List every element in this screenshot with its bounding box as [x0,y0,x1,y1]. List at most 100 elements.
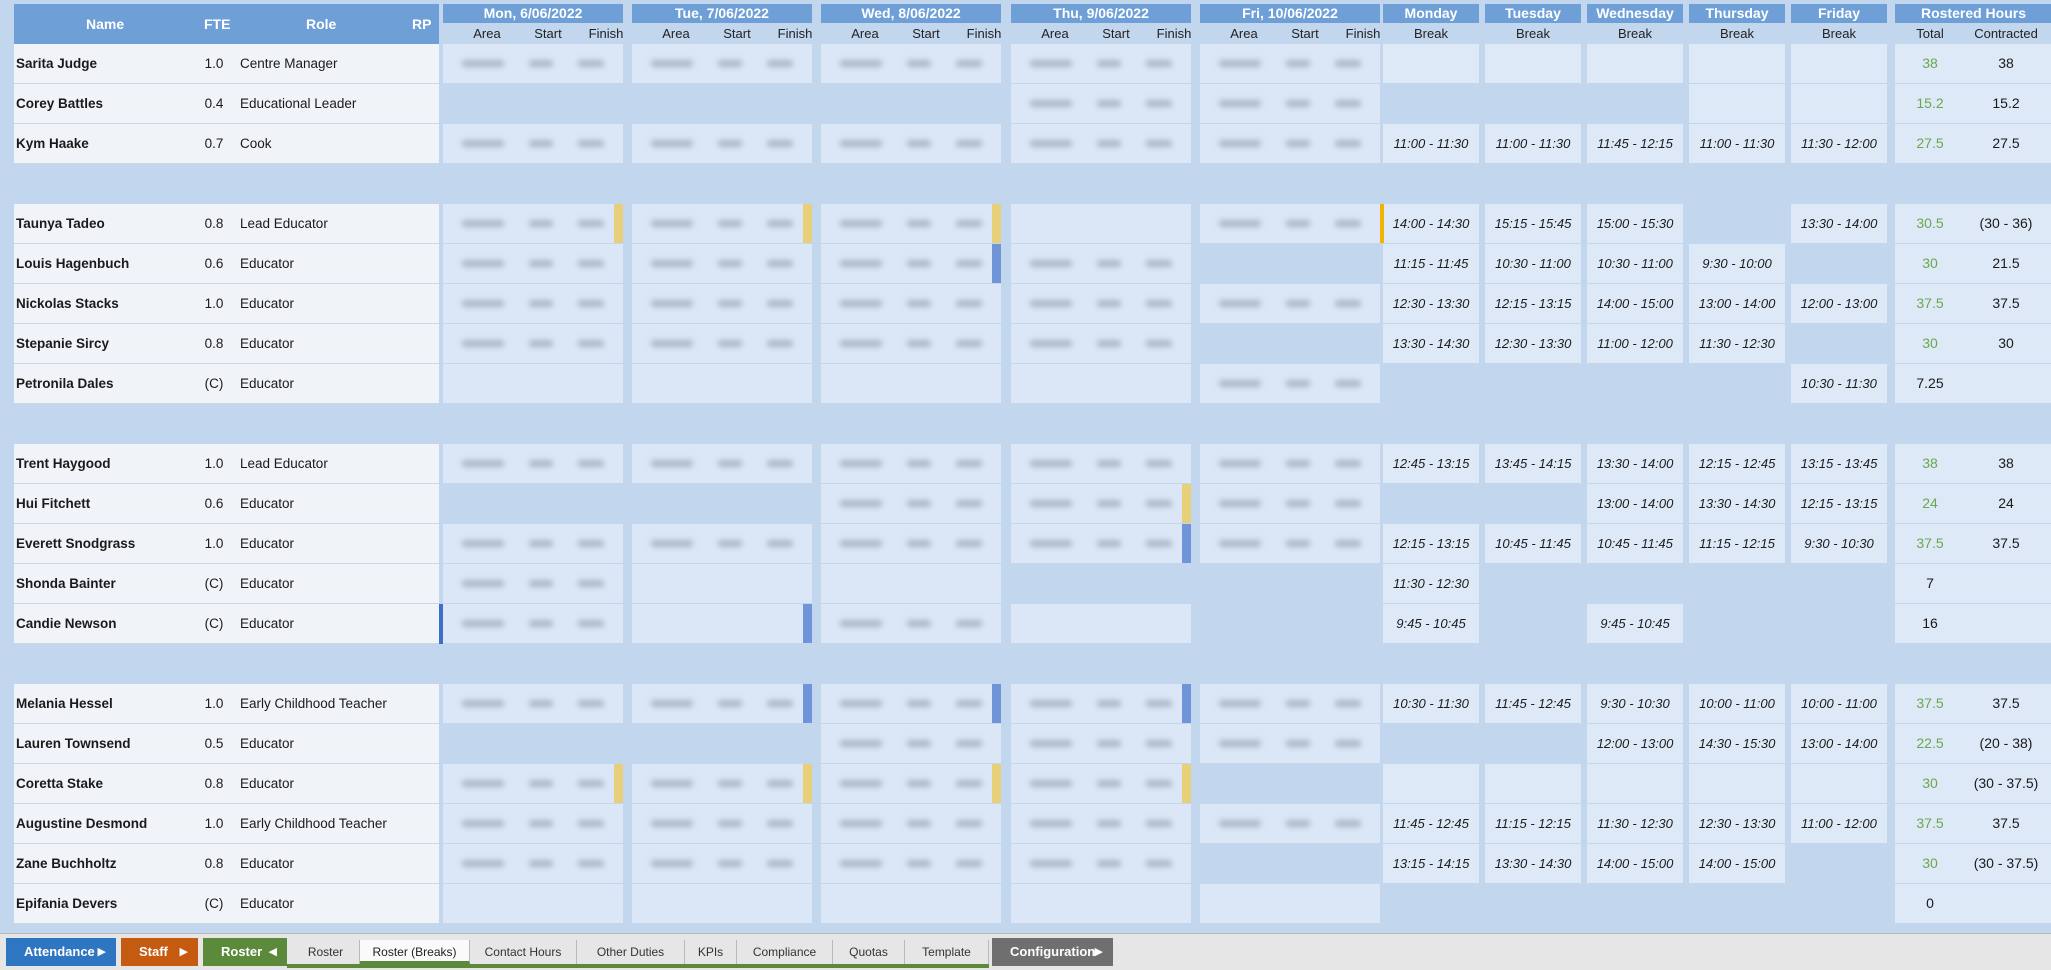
shift-cell[interactable] [632,764,812,803]
shift-cell[interactable] [821,604,1001,643]
shift-cell[interactable] [632,324,812,363]
shift-cell[interactable] [1011,124,1191,163]
empty-shift-cell[interactable] [821,564,1001,603]
break-cell[interactable]: 13:45 - 14:15 [1485,444,1581,483]
shift-cell[interactable] [1200,364,1380,403]
shift-cell[interactable] [443,124,623,163]
break-cell[interactable]: 12:30 - 13:30 [1383,284,1479,323]
sheet-tab[interactable]: Roster [292,940,360,964]
shift-cell[interactable] [443,204,623,243]
break-cell[interactable] [1791,764,1887,803]
break-cell[interactable]: 13:00 - 14:00 [1689,284,1785,323]
shift-cell[interactable] [632,44,812,83]
break-cell[interactable]: 9:30 - 10:00 [1689,244,1785,283]
break-cell[interactable]: 11:00 - 11:30 [1485,124,1581,163]
break-cell[interactable]: 12:00 - 13:00 [1791,284,1887,323]
break-cell[interactable]: 9:45 - 10:45 [1383,604,1479,643]
break-cell[interactable]: 15:15 - 15:45 [1485,204,1581,243]
shift-cell[interactable] [1011,444,1191,483]
break-cell[interactable]: 11:15 - 12:15 [1485,804,1581,843]
shift-cell[interactable] [632,844,812,883]
shift-cell[interactable] [821,444,1001,483]
shift-cell[interactable] [1200,44,1380,83]
break-cell[interactable]: 10:00 - 11:00 [1791,684,1887,723]
break-cell[interactable]: 14:00 - 15:00 [1587,284,1683,323]
shift-cell[interactable] [1200,284,1380,323]
break-cell[interactable]: 9:30 - 10:30 [1791,524,1887,563]
shift-cell[interactable] [443,844,623,883]
configuration-nav-button[interactable]: Configuration ▶ [992,938,1113,966]
break-cell[interactable]: 10:45 - 11:45 [1587,524,1683,563]
break-cell[interactable] [1587,44,1683,83]
break-cell[interactable]: 14:00 - 14:30 [1383,204,1479,243]
shift-cell[interactable] [821,244,1001,283]
break-cell[interactable]: 13:30 - 14:00 [1587,444,1683,483]
shift-cell[interactable] [821,764,1001,803]
shift-cell[interactable] [821,44,1001,83]
break-cell[interactable]: 10:30 - 11:30 [1383,684,1479,723]
shift-cell[interactable] [1200,724,1380,763]
shift-cell[interactable] [1200,804,1380,843]
break-cell[interactable]: 11:30 - 12:30 [1587,804,1683,843]
break-cell[interactable] [1383,44,1479,83]
shift-cell[interactable] [443,604,623,643]
shift-cell[interactable] [1011,804,1191,843]
shift-cell[interactable] [443,684,623,723]
break-cell[interactable]: 12:45 - 13:15 [1383,444,1479,483]
shift-cell[interactable] [443,764,623,803]
shift-cell[interactable] [632,284,812,323]
shift-cell[interactable] [443,444,623,483]
shift-cell[interactable] [1200,124,1380,163]
shift-cell[interactable] [632,684,812,723]
break-cell[interactable]: 13:30 - 14:30 [1383,324,1479,363]
sheet-tab[interactable]: Template [905,940,989,964]
empty-shift-cell[interactable] [1011,884,1191,923]
break-cell[interactable]: 13:15 - 14:15 [1383,844,1479,883]
break-cell[interactable]: 12:00 - 13:00 [1587,724,1683,763]
break-cell[interactable]: 12:30 - 13:30 [1485,324,1581,363]
break-cell[interactable]: 12:15 - 13:15 [1791,484,1887,523]
shift-cell[interactable] [821,324,1001,363]
break-cell[interactable]: 12:15 - 12:45 [1689,444,1785,483]
break-cell[interactable]: 10:00 - 11:00 [1689,684,1785,723]
shift-cell[interactable] [1200,524,1380,563]
shift-cell[interactable] [1011,284,1191,323]
break-cell[interactable]: 14:00 - 15:00 [1689,844,1785,883]
shift-cell[interactable] [821,804,1001,843]
break-cell[interactable] [1485,764,1581,803]
break-cell[interactable]: 13:15 - 13:45 [1791,444,1887,483]
shift-cell[interactable] [632,244,812,283]
empty-shift-cell[interactable] [821,884,1001,923]
empty-shift-cell[interactable] [1011,604,1191,643]
break-cell[interactable]: 11:45 - 12:45 [1383,804,1479,843]
staff-nav-button[interactable]: Staff ▶ [121,938,198,966]
break-cell[interactable] [1791,44,1887,83]
shift-cell[interactable] [632,444,812,483]
sheet-tab[interactable]: Other Duties [577,940,685,964]
shift-cell[interactable] [821,684,1001,723]
break-cell[interactable]: 11:45 - 12:15 [1587,124,1683,163]
break-cell[interactable]: 10:30 - 11:30 [1791,364,1887,403]
shift-cell[interactable] [443,44,623,83]
break-cell[interactable] [1791,84,1887,123]
break-cell[interactable] [1689,84,1785,123]
sheet-tab[interactable]: Contact Hours [470,940,577,964]
shift-cell[interactable] [1200,444,1380,483]
break-cell[interactable]: 11:30 - 12:30 [1383,564,1479,603]
shift-cell[interactable] [632,804,812,843]
shift-cell[interactable] [1011,684,1191,723]
break-cell[interactable]: 11:30 - 12:00 [1791,124,1887,163]
break-cell[interactable]: 10:45 - 11:45 [1485,524,1581,563]
shift-cell[interactable] [1011,724,1191,763]
break-cell[interactable]: 13:30 - 14:30 [1485,844,1581,883]
break-cell[interactable] [1689,764,1785,803]
empty-shift-cell[interactable] [1011,364,1191,403]
break-cell[interactable] [1689,44,1785,83]
break-cell[interactable]: 10:30 - 11:00 [1587,244,1683,283]
break-cell[interactable]: 10:30 - 11:00 [1485,244,1581,283]
break-cell[interactable]: 11:00 - 12:00 [1791,804,1887,843]
sheet-tab[interactable]: Roster (Breaks) [360,940,470,964]
break-cell[interactable]: 11:15 - 12:15 [1689,524,1785,563]
shift-cell[interactable] [821,204,1001,243]
shift-cell[interactable] [1200,484,1380,523]
